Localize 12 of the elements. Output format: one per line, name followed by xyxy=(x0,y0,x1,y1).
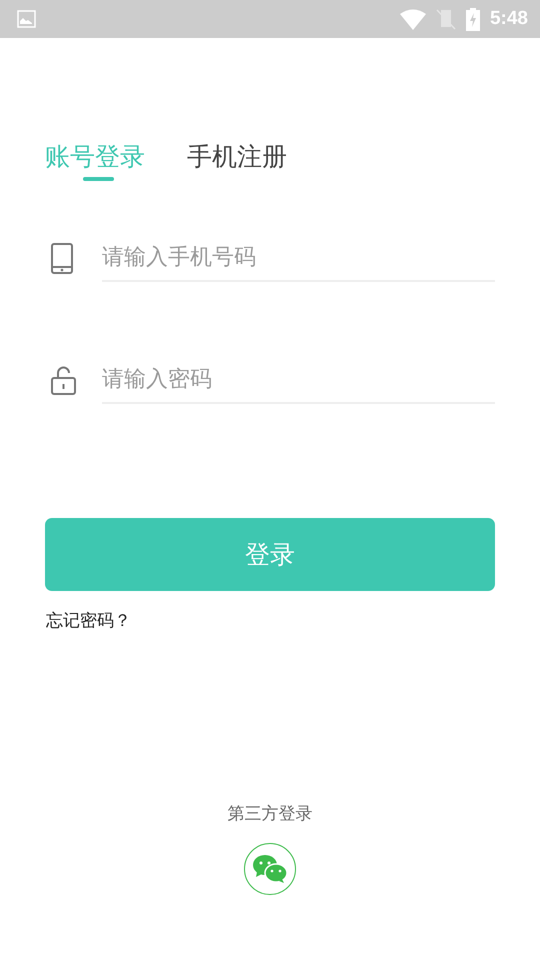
forgot-password-link[interactable]: 忘记密码？ xyxy=(46,609,131,632)
image-icon xyxy=(17,10,36,28)
wifi-icon xyxy=(400,8,426,30)
battery-charging-icon xyxy=(466,8,480,30)
no-sim-icon xyxy=(436,8,456,30)
tab[interactable]: 手机注册 xyxy=(187,140,287,174)
phone-icon xyxy=(51,242,73,274)
tab-indicator xyxy=(83,177,114,181)
chat-login-button[interactable] xyxy=(244,843,296,895)
third-party-login-label: 第三方登录 xyxy=(228,803,312,825)
unlocked-padlock-icon xyxy=(51,365,76,395)
chat-bubbles-icon xyxy=(252,854,288,884)
